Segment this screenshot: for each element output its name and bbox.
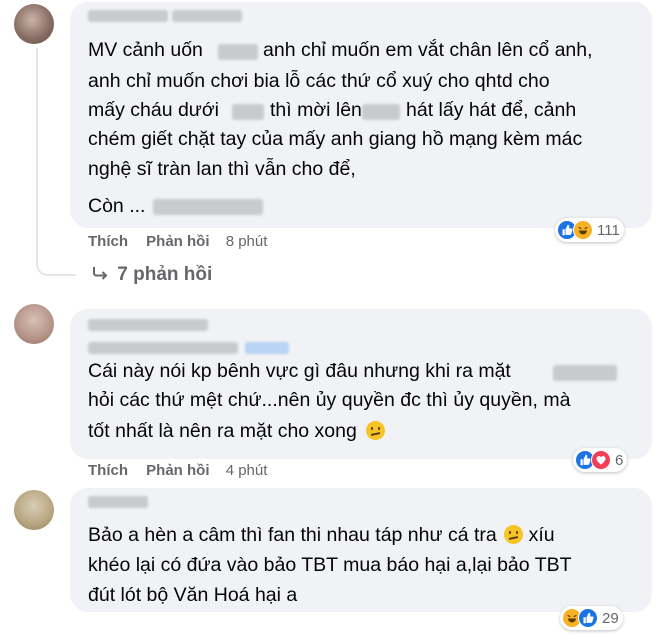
author-name[interactable] xyxy=(88,10,168,22)
reaction-count: 6 xyxy=(615,451,624,469)
like-button[interactable]: Thích xyxy=(88,233,128,250)
reaction-summary[interactable]: 29 xyxy=(560,606,623,630)
comment-text-line: khéo lại có đứa vào bảo TBT mua báo hại … xyxy=(88,554,572,576)
comment-text-line: chém giết chặt tay của mấy anh giang hồ … xyxy=(88,128,583,150)
avatar[interactable] xyxy=(14,4,54,44)
censored-text xyxy=(553,365,617,381)
comment-time[interactable]: 8 phút xyxy=(226,233,268,250)
comment-text-line: thì mời lên xyxy=(270,99,362,121)
comment-text-line: nghệ sĩ tràn lan thì vẫn cho để, xyxy=(88,158,356,180)
author-name[interactable] xyxy=(88,496,148,508)
confused-face-emoji xyxy=(504,525,524,544)
author-name-rest xyxy=(172,10,242,22)
comment-text-line: hát lấy hát để, cảnh xyxy=(406,99,577,121)
reaction-summary[interactable]: 6 xyxy=(573,448,628,472)
comment-text-line: Còn ... xyxy=(88,195,146,217)
reply-button[interactable]: Phản hồi xyxy=(146,462,209,479)
author-name[interactable] xyxy=(88,319,208,331)
reaction-count: 29 xyxy=(602,609,619,627)
reaction-summary[interactable]: 111 xyxy=(555,218,624,242)
comment-time[interactable]: 4 phút xyxy=(226,462,268,479)
comment-actions: Thích Phản hồi 4 phút xyxy=(88,462,267,479)
like-icon xyxy=(578,608,598,628)
haha-icon xyxy=(573,220,593,240)
author-badge xyxy=(88,342,238,354)
comment-text-line: tốt nhất là nên ra mặt cho xong xyxy=(88,418,386,445)
comment-text-line: Bảo a hèn a câm thì fan thi nhau táp như… xyxy=(88,524,555,546)
censored-text xyxy=(153,199,263,215)
comment-text-line: anh chỉ muốn em vắt chân lên cổ anh, xyxy=(263,39,593,61)
reaction-count: 111 xyxy=(597,221,620,239)
confused-face-emoji xyxy=(366,421,386,440)
heart-icon xyxy=(591,450,611,470)
comment-text-line: đút lót bộ Văn Hoá hại a xyxy=(88,584,298,606)
reply-arrow-icon xyxy=(92,264,112,286)
censored-text xyxy=(362,104,400,120)
comment-actions: Thích Phản hồi 8 phút xyxy=(88,233,267,250)
avatar[interactable] xyxy=(14,304,54,344)
comment-text-line: Cái này nói kp bênh vực gì đâu nhưng khi… xyxy=(88,360,511,382)
author-badge-highlight xyxy=(245,342,289,354)
censored-text xyxy=(232,104,264,120)
comment-text-line: hỏi các thứ mệt chứ...nên ủy quyền đc th… xyxy=(88,389,571,411)
censored-text xyxy=(218,44,258,60)
reply-button[interactable]: Phản hồi xyxy=(146,233,209,250)
like-button[interactable]: Thích xyxy=(88,462,128,479)
comment-text-line: anh chỉ muốn chơi bia lỗ các thứ cổ xuý … xyxy=(88,70,550,92)
comment-text-line: mấy cháu dưới xyxy=(88,99,219,121)
view-replies-link[interactable]: 7 phản hồi xyxy=(92,264,212,286)
avatar[interactable] xyxy=(14,490,54,530)
comment-text-line: MV cảnh uốn xyxy=(88,39,203,61)
